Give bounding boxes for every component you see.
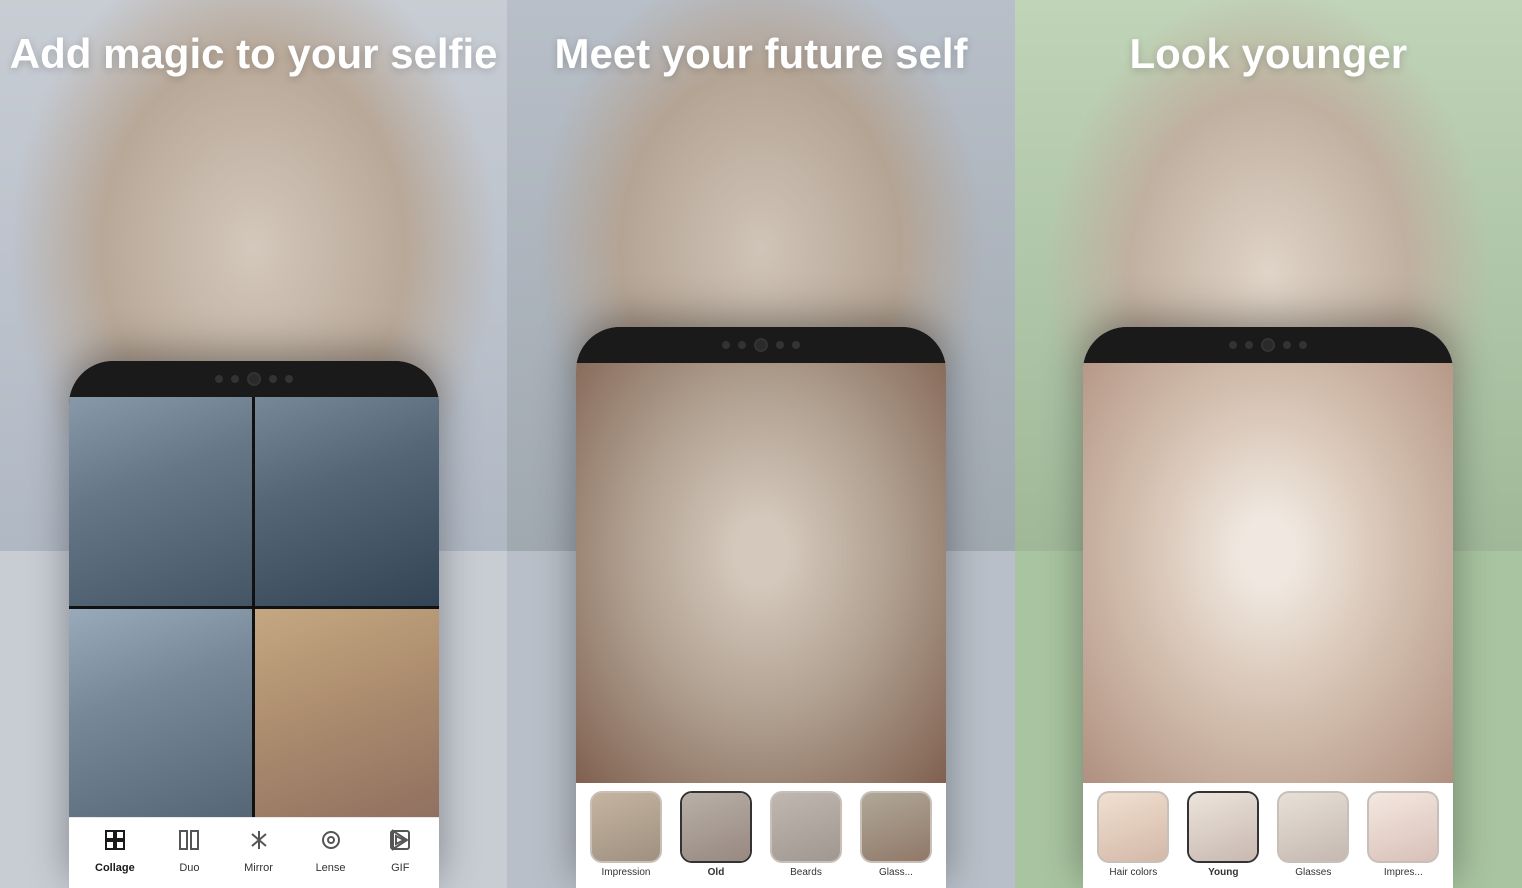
notch-dot-9 bbox=[1229, 341, 1237, 349]
notch-dot-2 bbox=[231, 375, 239, 383]
young-face-display bbox=[1083, 363, 1453, 783]
toolbar-gif[interactable]: GIF bbox=[388, 828, 412, 874]
filter-label-impress: Impres... bbox=[1384, 867, 1423, 878]
mirror-label: Mirror bbox=[244, 862, 273, 874]
filter-impress[interactable]: Impres... bbox=[1361, 791, 1445, 878]
notch-dot-11 bbox=[1283, 341, 1291, 349]
collage-face-3 bbox=[69, 609, 253, 818]
filter-face-old bbox=[682, 793, 750, 861]
notch-camera-1 bbox=[247, 372, 261, 386]
collage-face-4 bbox=[255, 609, 439, 818]
panel1-headline: Add magic to your selfie bbox=[0, 30, 507, 78]
filter-label-glasses: Glasses bbox=[1295, 867, 1331, 878]
collage-cell-4 bbox=[255, 609, 439, 818]
notch-camera-3 bbox=[1261, 338, 1275, 352]
young-screen bbox=[1083, 363, 1453, 783]
notch-dot-6 bbox=[738, 341, 746, 349]
filter-img-glasses bbox=[1277, 791, 1349, 863]
panel3-headline: Look younger bbox=[1015, 30, 1522, 78]
filter-img-beards bbox=[770, 791, 842, 863]
filter-face-hair bbox=[1099, 793, 1167, 861]
panel-add-magic: Add magic to your selfie bbox=[0, 0, 507, 888]
phone-screen-3: Hair colors Young Glasses bbox=[1083, 363, 1453, 888]
notch-dot-3 bbox=[269, 375, 277, 383]
gif-label: GIF bbox=[391, 862, 409, 874]
filter-label-old: Old bbox=[708, 867, 725, 878]
collage-cell-3 bbox=[69, 609, 253, 818]
notch-dot-10 bbox=[1245, 341, 1253, 349]
toolbar-collage[interactable]: Collage bbox=[95, 828, 135, 874]
phone-mockup-1: Collage Duo Mirror bbox=[69, 361, 439, 888]
duo-icon bbox=[177, 828, 201, 858]
filter-label-hair: Hair colors bbox=[1109, 867, 1157, 878]
old-face-display bbox=[576, 363, 946, 783]
notch-dot-12 bbox=[1299, 341, 1307, 349]
notch-dot-7 bbox=[776, 341, 784, 349]
duo-label: Duo bbox=[179, 862, 199, 874]
filter-impression[interactable]: Impression bbox=[584, 791, 668, 878]
notch-dot-8 bbox=[792, 341, 800, 349]
notch-dot-5 bbox=[722, 341, 730, 349]
filter-hair-colors[interactable]: Hair colors bbox=[1091, 791, 1175, 878]
filter-label-glass: Glass... bbox=[879, 867, 913, 878]
filter-img-old bbox=[680, 791, 752, 863]
filter-face-impression bbox=[592, 793, 660, 861]
filter-img-impress bbox=[1367, 791, 1439, 863]
lense-label: Lense bbox=[316, 862, 346, 874]
filter-face-impress bbox=[1369, 793, 1437, 861]
filter-label-beards: Beards bbox=[790, 867, 822, 878]
phone-screen-2: Impression Old Beards bbox=[576, 363, 946, 888]
panel-look-younger: Look younger Hair colors bbox=[1015, 0, 1522, 888]
collage-label: Collage bbox=[95, 862, 135, 874]
age-screen bbox=[576, 363, 946, 783]
filter-row-2: Impression Old Beards bbox=[576, 783, 946, 888]
toolbar-duo[interactable]: Duo bbox=[177, 828, 201, 874]
filter-face-glass bbox=[862, 793, 930, 861]
filter-young[interactable]: Young bbox=[1181, 791, 1265, 878]
mirror-icon bbox=[247, 828, 271, 858]
filter-beards[interactable]: Beards bbox=[764, 791, 848, 878]
filter-face-glasses bbox=[1279, 793, 1347, 861]
panel-future-self: Meet your future self Impression bbox=[507, 0, 1014, 888]
collage-cell-2 bbox=[255, 397, 439, 606]
toolbar-mirror[interactable]: Mirror bbox=[244, 828, 273, 874]
filter-old[interactable]: Old bbox=[674, 791, 758, 878]
filter-img-young bbox=[1187, 791, 1259, 863]
phone-screen-1: Collage Duo Mirror bbox=[69, 397, 439, 888]
toolbar-1: Collage Duo Mirror bbox=[69, 817, 439, 888]
filter-row-3: Hair colors Young Glasses bbox=[1083, 783, 1453, 888]
filter-face-beards bbox=[772, 793, 840, 861]
phone-notch-1 bbox=[69, 361, 439, 397]
filter-img-hair bbox=[1097, 791, 1169, 863]
gif-icon bbox=[388, 828, 412, 858]
filter-label-young: Young bbox=[1208, 867, 1238, 878]
phone-notch-2 bbox=[576, 327, 946, 363]
panel2-headline: Meet your future self bbox=[507, 30, 1014, 78]
lense-icon bbox=[319, 828, 343, 858]
notch-dot-4 bbox=[285, 375, 293, 383]
toolbar-lense[interactable]: Lense bbox=[316, 828, 346, 874]
notch-camera-2 bbox=[754, 338, 768, 352]
collage-icon bbox=[103, 828, 127, 858]
phone-mockup-3: Hair colors Young Glasses bbox=[1083, 327, 1453, 888]
collage-cell-1 bbox=[69, 397, 253, 606]
phone-notch-3 bbox=[1083, 327, 1453, 363]
filter-label-impression: Impression bbox=[602, 867, 651, 878]
filter-img-impression bbox=[590, 791, 662, 863]
collage-face-1 bbox=[69, 397, 253, 606]
filter-face-young bbox=[1189, 793, 1257, 861]
filter-glasses[interactable]: Glasses bbox=[1271, 791, 1355, 878]
filter-img-glass bbox=[860, 791, 932, 863]
collage-face-2 bbox=[255, 397, 439, 606]
collage-grid bbox=[69, 397, 439, 817]
notch-dot-1 bbox=[215, 375, 223, 383]
filter-glass[interactable]: Glass... bbox=[854, 791, 938, 878]
phone-mockup-2: Impression Old Beards bbox=[576, 327, 946, 888]
